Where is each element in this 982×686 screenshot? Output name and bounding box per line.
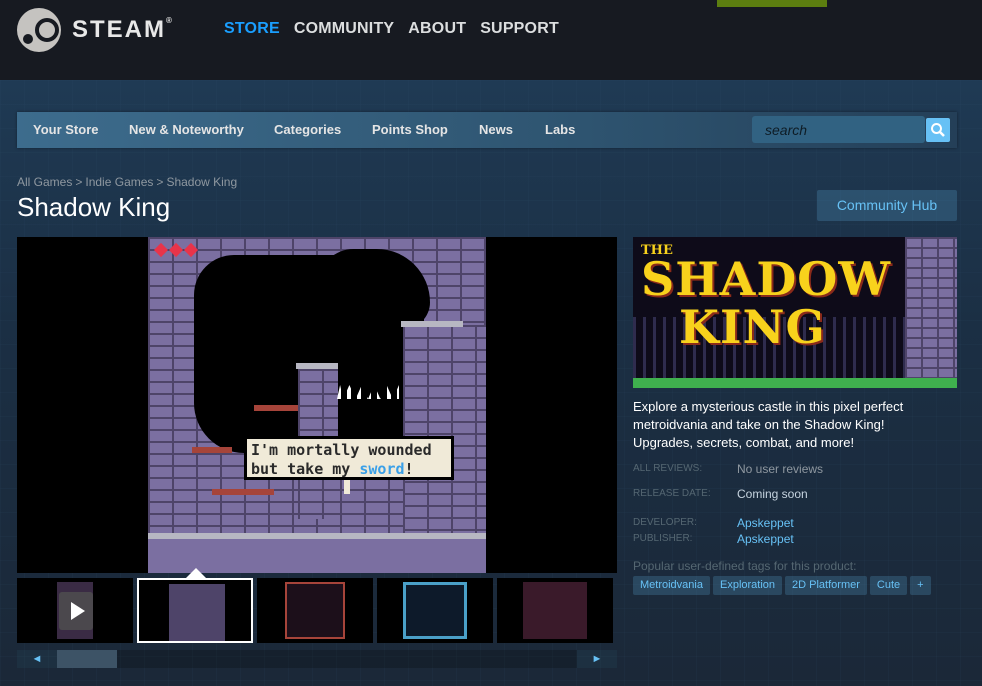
tags-list: Metroidvania Exploration 2D Platformer C…	[633, 576, 931, 595]
store-nav-news[interactable]: News	[479, 122, 513, 137]
play-icon	[59, 592, 93, 630]
nav-support[interactable]: SUPPORT	[480, 20, 559, 38]
nav-store[interactable]: STORE	[224, 20, 280, 38]
tag-2d-platformer[interactable]: 2D Platformer	[785, 576, 867, 595]
all-reviews-value: No user reviews	[737, 462, 824, 476]
nav-about[interactable]: ABOUT	[408, 20, 466, 38]
thumbnail-strip	[17, 578, 617, 644]
store-nav-points-shop[interactable]: Points Shop	[372, 122, 448, 137]
media-viewer[interactable]: I'm mortally wounded but take my sword!	[17, 237, 617, 573]
tags-label: Popular user-defined tags for this produ…	[633, 559, 857, 573]
tag-metroidvania[interactable]: Metroidvania	[633, 576, 710, 595]
speech-bubble: I'm mortally wounded but take my sword!	[244, 436, 454, 480]
thumbnail-screenshot-2[interactable]	[257, 578, 373, 643]
store-nav: Your Store New & Noteworthy Categories P…	[17, 112, 957, 148]
community-hub-button[interactable]: Community Hub	[817, 190, 957, 221]
thumbnail-screenshot-4[interactable]	[497, 578, 613, 643]
store-nav-labs[interactable]: Labs	[545, 122, 575, 137]
search-button[interactable]	[926, 118, 950, 142]
breadcrumb: All Games > Indie Games > Shadow King	[17, 175, 238, 189]
breadcrumb-shadow-king[interactable]: Shadow King	[166, 175, 237, 189]
tag-cute[interactable]: Cute	[869, 576, 908, 595]
search-box	[752, 116, 925, 143]
steam-logo-icon	[17, 8, 61, 52]
publisher-link[interactable]: Apskeppet	[737, 532, 794, 546]
tag-exploration[interactable]: Exploration	[712, 576, 783, 595]
store-nav-new-noteworthy[interactable]: New & Noteworthy	[129, 122, 244, 137]
thumbnail-video[interactable]	[17, 578, 133, 643]
game-description: Explore a mysterious castle in this pixe…	[633, 399, 904, 450]
add-tag-button[interactable]: +	[910, 576, 931, 595]
slider-left-arrow[interactable]: ◄	[17, 650, 57, 668]
store-nav-your-store[interactable]: Your Store	[33, 122, 99, 137]
nav-community[interactable]: COMMUNITY	[294, 20, 394, 38]
developer-link[interactable]: Apskeppet	[737, 516, 794, 530]
developer-label: DEVELOPER:	[633, 517, 697, 528]
publisher-label: PUBLISHER:	[633, 533, 693, 544]
search-icon	[931, 123, 945, 137]
header-capsule-image: THE SHADOW KING	[633, 237, 957, 388]
thumbnail-slider: ◄ ►	[17, 650, 617, 668]
search-input[interactable]	[752, 116, 925, 143]
capsule-logo-king: KING	[679, 300, 826, 354]
floor	[148, 533, 486, 573]
store-nav-categories[interactable]: Categories	[274, 122, 341, 137]
steam-logo[interactable]: STEAM®	[17, 8, 174, 52]
game-screenshot: I'm mortally wounded but take my sword!	[148, 237, 486, 573]
install-steam-button[interactable]	[717, 0, 827, 7]
breadcrumb-indie-games[interactable]: Indie Games	[85, 175, 153, 189]
release-date-value: Coming soon	[737, 487, 808, 501]
release-date-label: RELEASE DATE:	[633, 488, 711, 499]
slider-handle[interactable]	[57, 650, 117, 668]
slider-right-arrow[interactable]: ►	[577, 650, 617, 668]
page-title: Shadow King	[17, 192, 171, 222]
global-header: STEAM® STORE COMMUNITY ABOUT SUPPORT	[0, 0, 982, 80]
all-reviews-label: ALL REVIEWS:	[633, 463, 703, 474]
thumbnail-screenshot-1[interactable]	[137, 578, 253, 643]
main-nav: STORE COMMUNITY ABOUT SUPPORT	[224, 20, 573, 38]
selected-thumbnail-caret	[186, 568, 206, 578]
capsule-logo-shadow: SHADOW	[641, 252, 891, 306]
thumbnail-screenshot-3[interactable]	[377, 578, 493, 643]
breadcrumb-all-games[interactable]: All Games	[17, 175, 72, 189]
brand-name: STEAM	[72, 16, 166, 43]
